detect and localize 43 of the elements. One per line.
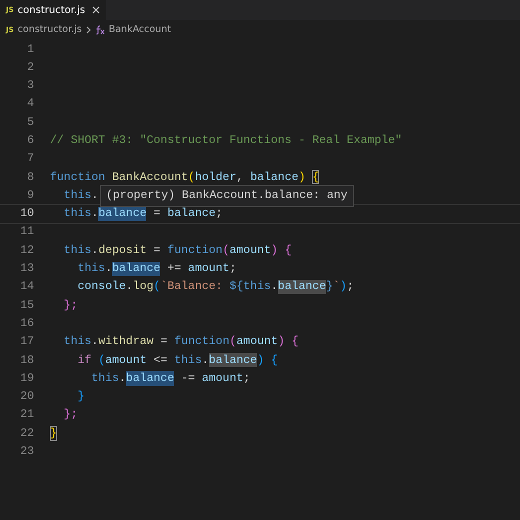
line-number: 4 [26, 96, 34, 112]
line-number: 6 [26, 133, 34, 149]
code-line: this.deposit = function(amount) { [62, 242, 292, 259]
line-number: 5 [26, 114, 34, 131]
code-line: this.balance = balance; [62, 206, 223, 222]
hover-tooltip: (property) BankAccount.balance: any [100, 185, 354, 207]
code-line: function BankAccount(holder, balance) { [50, 170, 320, 186]
line-number: 13 [19, 261, 34, 278]
breadcrumb-item[interactable]: BankAccount [108, 22, 171, 38]
code-line: }; [62, 298, 78, 314]
code-line: if (amount <= this.balance) { [76, 352, 278, 369]
line-number: 21 [19, 407, 34, 424]
line-number: 11 [19, 224, 34, 240]
close-icon[interactable] [92, 6, 100, 14]
code-line: // SHORT #3: "Constructor Functions - Real Example" [50, 133, 402, 149]
line-number: 14 [19, 279, 34, 296]
line-number: 19 [19, 370, 34, 387]
code-line: console.log(`Balance: ${this.balance}`); [76, 279, 354, 296]
code-line: this.balance += amount; [76, 261, 236, 278]
function-symbol-icon [94, 25, 105, 35]
code-line: }; [62, 407, 78, 424]
line-number: 3 [26, 78, 34, 94]
line-number: 18 [19, 352, 34, 369]
breadcrumb-item[interactable]: constructor.js [18, 22, 82, 38]
code-line: } [76, 389, 85, 406]
line-number: 7 [26, 151, 34, 168]
chevron-icon [86, 26, 91, 34]
line-number: 12 [19, 242, 34, 259]
line-number: 23 [19, 444, 34, 460]
line-number: 10 [19, 206, 34, 222]
line-number: 15 [19, 298, 34, 314]
line-number: 2 [26, 60, 34, 76]
line-number: 17 [19, 334, 34, 350]
line-number: 8 [26, 170, 34, 186]
code-line: this.balance -= amount; [90, 370, 250, 387]
line-number: 22 [19, 426, 34, 442]
code-line: this.withdraw = function(amount) { [62, 334, 299, 350]
line-number: 20 [19, 389, 34, 406]
line-number: 9 [26, 188, 34, 204]
line-number: 16 [19, 316, 34, 332]
code-line: this. [62, 188, 98, 204]
code-line: } [50, 426, 57, 442]
line-number: 1 [26, 42, 34, 58]
